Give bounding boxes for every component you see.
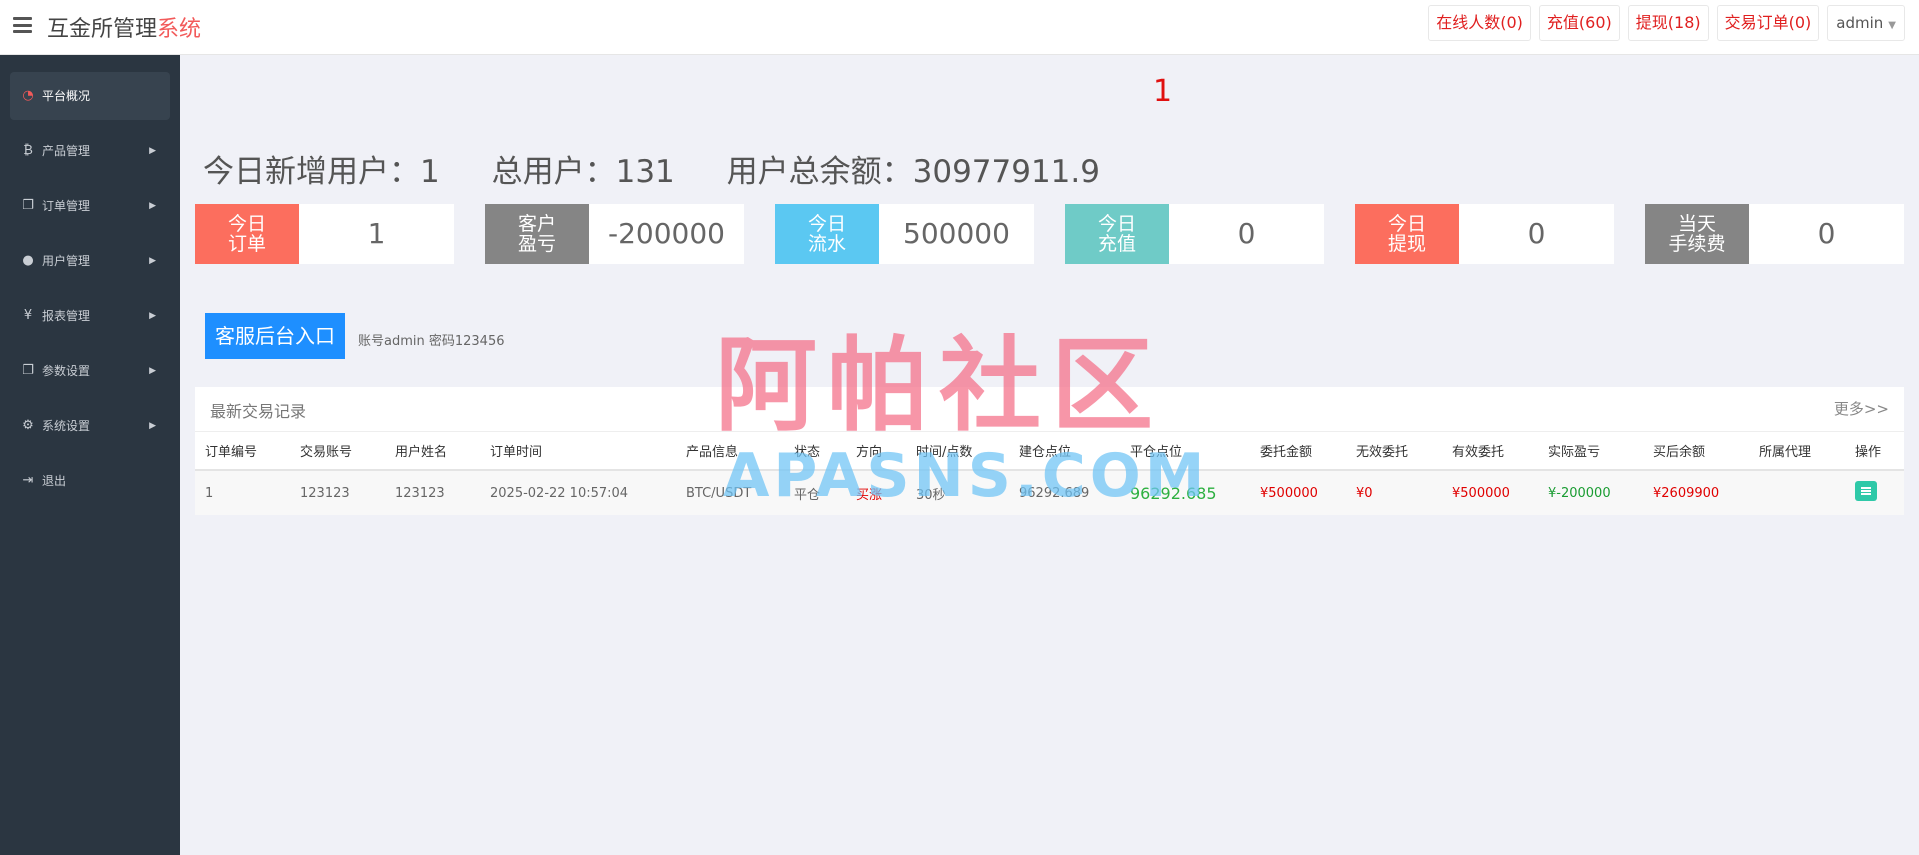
total-users-stat: 总用户：131 [491, 154, 675, 190]
credentials-note: 账号admin 密码123456 [358, 334, 505, 349]
sidebar-item-users[interactable]: ● 用户管理 ▶ [10, 237, 170, 285]
app-title: 互金所管理系统 [47, 17, 202, 42]
details-icon[interactable] [1855, 481, 1877, 501]
stat-card-today-recharge: 今日 充值 0 [1065, 204, 1324, 264]
bitcoin-icon: ₿ [23, 143, 33, 158]
stat-card-label: 今日 流水 [775, 204, 879, 264]
amount-cell: ¥500000 [1250, 470, 1346, 515]
caret-right-icon: ▶ [149, 256, 156, 266]
sidebar-item-reports[interactable]: ¥ 报表管理 ▶ [10, 292, 170, 340]
order-no-cell: 1 [195, 470, 290, 515]
stat-card-value: 500000 [903, 217, 1010, 250]
account-cell: 123123 [290, 470, 385, 515]
sidebar-item-orders[interactable]: ❐ 订单管理 ▶ [10, 182, 170, 230]
column-header: 实际盈亏 [1538, 432, 1643, 471]
column-header: 交易账号 [290, 432, 385, 471]
panel-title: 最新交易记录 [210, 402, 307, 421]
balance-cell: ¥2609900 [1643, 470, 1749, 515]
caret-right-icon: ▶ [149, 366, 156, 376]
caret-right-icon: ▶ [149, 146, 156, 156]
valid-amount-cell: ¥500000 [1442, 470, 1538, 515]
stat-card-label: 今日 充值 [1065, 204, 1169, 264]
gears-icon: ⚙ [22, 418, 34, 433]
caret-right-icon: ▶ [149, 311, 156, 321]
menu-toggle-icon[interactable] [13, 17, 32, 33]
column-header: 无效委托 [1346, 432, 1442, 471]
user-icon: ● [22, 253, 34, 268]
caret-right-icon: ▶ [149, 201, 156, 211]
watermark-url: APASNS.COM [723, 441, 1209, 511]
customer-service-entry-button[interactable]: 客服后台入口 [205, 313, 345, 359]
trade-orders-button[interactable]: 交易订单(0) [1716, 5, 1820, 41]
copy-icon: ❐ [22, 198, 34, 213]
column-header: 所属代理 [1749, 432, 1845, 471]
sidebar-item-products[interactable]: ₿ 产品管理 ▶ [10, 127, 170, 175]
column-header: 订单编号 [195, 432, 290, 471]
sidebar: ◔ 平台概况 ₿ 产品管理 ▶ ❐ 订单管理 ▶ ● 用户管理 ▶ ¥ 报表管理… [0, 55, 180, 855]
summary-stats: 今日新增用户：1 总用户：131 用户总余额：30977911.9 [203, 146, 1142, 191]
watermark-text: 阿帕社区 [715, 327, 1163, 446]
new-users-stat: 今日新增用户：1 [203, 154, 440, 190]
action-cell [1845, 470, 1904, 515]
stat-card-value: 0 [1527, 217, 1546, 250]
stat-card-customer-pnl: 客户 盈亏 -200000 [485, 204, 744, 264]
stat-card-value: 0 [1817, 217, 1836, 250]
agent-cell [1749, 470, 1845, 515]
user-name-cell: 123123 [385, 470, 480, 515]
column-header: 操作 [1845, 432, 1904, 471]
chevron-down-icon: ▼ [1888, 20, 1896, 31]
withdraw-button[interactable]: 提现(18) [1627, 5, 1709, 41]
stat-card-label: 今日 提现 [1355, 204, 1459, 264]
order-time-cell: 2025-02-22 10:57:04 [480, 470, 676, 515]
total-balance-stat: 用户总余额：30977911.9 [726, 154, 1100, 190]
column-header: 订单时间 [480, 432, 676, 471]
stat-card-label: 客户 盈亏 [485, 204, 589, 264]
recharge-button[interactable]: 充值(60) [1538, 5, 1620, 41]
sign-out-icon: ⇥ [22, 473, 34, 488]
profit-cell: ¥-200000 [1538, 470, 1643, 515]
stat-card-label: 当天 手续费 [1645, 204, 1749, 264]
stat-card-value: -200000 [608, 217, 725, 250]
sidebar-item-params[interactable]: ❐ 参数设置 ▶ [10, 347, 170, 395]
dashboard-icon: ◔ [22, 88, 34, 103]
sidebar-item-system[interactable]: ⚙ 系统设置 ▶ [10, 402, 170, 450]
top-header: 互金所管理系统 在线人数(0) 充值(60) 提现(18) 交易订单(0) ad… [0, 0, 1919, 55]
more-link[interactable]: 更多>> [1834, 398, 1889, 419]
stat-card-today-fee: 当天 手续费 0 [1645, 204, 1904, 264]
column-header: 有效委托 [1442, 432, 1538, 471]
invalid-amount-cell: ¥0 [1346, 470, 1442, 515]
stat-card-today-orders: 今日 订单 1 [195, 204, 454, 264]
sidebar-item-overview[interactable]: ◔ 平台概况 [10, 72, 170, 120]
column-header: 委托金额 [1250, 432, 1346, 471]
stat-card-today-flow: 今日 流水 500000 [775, 204, 1034, 264]
yen-icon: ¥ [23, 308, 33, 323]
column-header: 买后余额 [1643, 432, 1749, 471]
alert-number: 1 [1153, 74, 1173, 109]
column-header: 用户姓名 [385, 432, 480, 471]
header-nav: 在线人数(0) 充值(60) 提现(18) 交易订单(0) admin ▼ [1428, 5, 1905, 41]
stat-card-value: 1 [367, 217, 386, 250]
stat-card-value: 0 [1237, 217, 1256, 250]
stat-card-label: 今日 订单 [195, 204, 299, 264]
user-menu[interactable]: admin ▼ [1827, 5, 1905, 41]
sidebar-item-logout[interactable]: ⇥ 退出 [10, 457, 170, 505]
online-users-button[interactable]: 在线人数(0) [1428, 5, 1531, 41]
caret-right-icon: ▶ [149, 421, 156, 431]
copy-icon: ❐ [22, 363, 34, 378]
stat-card-today-withdraw: 今日 提现 0 [1355, 204, 1614, 264]
